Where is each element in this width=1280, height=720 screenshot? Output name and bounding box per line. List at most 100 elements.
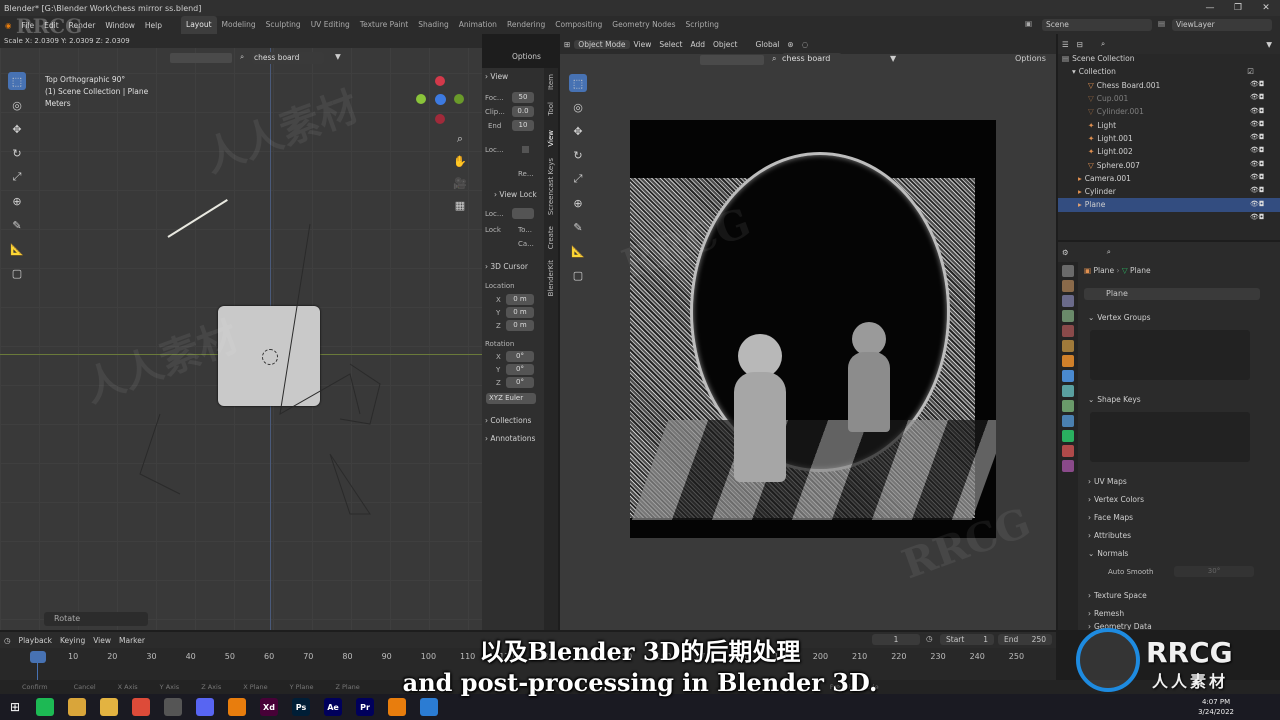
tab-sculpting[interactable]: Sculpting — [261, 16, 306, 34]
right-3d-viewport[interactable]: ⊞ Object Mode View Select Add Object Glo… — [560, 34, 1056, 630]
editor-type-icon[interactable]: ⊞ — [560, 40, 574, 49]
photoshop-app-icon[interactable]: Ps — [292, 698, 310, 716]
outliner-item-camera[interactable]: ▸ Camera.001 — [1058, 172, 1280, 185]
display-mode-icon[interactable]: ⊟ — [1073, 40, 1087, 49]
view-layer-selector[interactable]: ViewLayer — [1172, 19, 1272, 31]
obs-app-icon[interactable] — [164, 698, 182, 716]
gizmo-x-icon[interactable] — [416, 94, 426, 104]
viewport-shading-buttons-right[interactable] — [700, 55, 764, 65]
properties-search-icon[interactable]: ⌕ — [1103, 247, 1115, 257]
output-tab-icon[interactable] — [1062, 295, 1074, 307]
tab-item[interactable]: Item — [547, 74, 555, 90]
material-tab-icon[interactable] — [1062, 445, 1074, 457]
3d-cursor-section-header[interactable]: › 3D Cursor — [485, 262, 528, 271]
menu-help[interactable]: Help — [140, 21, 167, 30]
properties-editor-icon[interactable]: ⚙ — [1058, 248, 1073, 257]
normals-section[interactable]: ⌄ Normals — [1088, 544, 1128, 562]
tab-uv-editing[interactable]: UV Editing — [306, 16, 355, 34]
collections-section-header[interactable]: › Collections — [485, 416, 531, 425]
taskbar-clock[interactable]: 4:07 PM 3/24/2022 — [1198, 697, 1234, 717]
transform-tool-icon-right[interactable]: ⊕ — [569, 194, 587, 212]
render-tab-icon[interactable] — [1062, 280, 1074, 292]
add-cube-tool-icon-right[interactable]: ▢ — [569, 266, 587, 284]
shape-keys-list[interactable] — [1090, 412, 1250, 462]
texture-space-section[interactable]: › Texture Space — [1088, 586, 1147, 604]
outliner-item-cylinder[interactable]: ▸ Cylinder — [1058, 185, 1280, 198]
tab-rendering[interactable]: Rendering — [502, 16, 550, 34]
auto-smooth-angle-field[interactable]: 30° — [1174, 566, 1254, 577]
filter-icon[interactable]: ▼ — [335, 52, 341, 61]
last-operator-panel[interactable]: Rotate — [44, 612, 148, 626]
tab-modeling[interactable]: Modeling — [217, 16, 261, 34]
scene-selector[interactable]: Scene — [1042, 19, 1152, 31]
view-lock-section-header[interactable]: › View Lock — [494, 190, 537, 199]
menu-add[interactable]: Add — [687, 40, 710, 49]
tab-layout[interactable]: Layout — [181, 16, 217, 34]
menu-window[interactable]: Window — [100, 21, 140, 30]
scale-tool-icon[interactable]: ⤢ — [8, 168, 26, 186]
cursor-rot-z-field[interactable]: 0° — [506, 377, 534, 388]
menu-select[interactable]: Select — [655, 40, 686, 49]
object-tab-icon[interactable] — [1062, 355, 1074, 367]
lock-object-field[interactable] — [512, 208, 534, 219]
scene-icon[interactable]: ▣ — [1025, 19, 1032, 28]
options-dropdown-right[interactable]: Options — [1015, 54, 1046, 63]
outliner-item-light-001[interactable]: ✦ Light.001 — [1058, 132, 1280, 145]
blender-app-icon[interactable] — [228, 698, 246, 716]
windows-start-icon[interactable]: ⊞ — [0, 700, 30, 714]
tab-view[interactable]: View — [547, 130, 555, 147]
outliner-item-light-002[interactable]: ✦ Light.002 — [1058, 145, 1280, 158]
select-box-tool-icon-right[interactable]: ⬚ — [569, 74, 587, 92]
menu-object[interactable]: Object — [709, 40, 741, 49]
lock-camera-label[interactable]: Ca... — [518, 240, 534, 248]
cursor-rot-y-field[interactable]: 0° — [506, 364, 534, 375]
clip-end-field[interactable]: 10 — [512, 120, 534, 131]
cursor-tool-icon-right[interactable]: ◎ — [569, 98, 587, 116]
transform-tool-icon[interactable]: ⊕ — [8, 192, 26, 210]
annotations-section-header[interactable]: › Annotations — [485, 434, 535, 443]
blender2-app-icon[interactable] — [388, 698, 406, 716]
blender-logo-icon[interactable]: ◉ — [0, 21, 17, 30]
outliner-item-chess-board[interactable]: ▽ Chess Board.001 — [1058, 79, 1280, 92]
grid-ortho-icon[interactable]: ▦ — [451, 196, 469, 214]
scene-tab-icon[interactable] — [1062, 325, 1074, 337]
outliner-item-cylinder-001[interactable]: ▽ Cylinder.001 — [1058, 105, 1280, 118]
tab-scripting[interactable]: Scripting — [681, 16, 724, 34]
tab-texture-paint[interactable]: Texture Paint — [355, 16, 413, 34]
tab-create[interactable]: Create — [547, 226, 555, 249]
options-dropdown[interactable]: Options — [512, 52, 541, 61]
cursor-rot-x-field[interactable]: 0° — [506, 351, 534, 362]
mesh-name-field[interactable]: Plane — [1084, 288, 1260, 300]
tab-screencast-keys[interactable]: Screencast Keys — [547, 158, 555, 215]
menu-view[interactable]: View — [630, 40, 656, 49]
outliner-item-sphere[interactable]: ▽ Sphere.007 — [1058, 158, 1280, 171]
tab-animation[interactable]: Animation — [454, 16, 502, 34]
rotate-tool-icon[interactable]: ↻ — [8, 144, 26, 162]
camera-view-icon[interactable]: 🎥 — [451, 174, 469, 192]
xd-app-icon[interactable]: Xd — [260, 698, 278, 716]
focal-length-field[interactable]: 50 — [512, 92, 534, 103]
vertex-colors-section[interactable]: › Vertex Colors — [1088, 490, 1144, 508]
outliner-root[interactable]: ▤ Scene Collection — [1058, 52, 1280, 65]
tool-tab-icon[interactable] — [1062, 265, 1074, 277]
tab-geometry-nodes[interactable]: Geometry Nodes — [607, 16, 680, 34]
chrome-app-icon[interactable] — [132, 698, 150, 716]
vertex-groups-section[interactable]: ⌄ Vertex Groups — [1088, 308, 1151, 326]
visibility-toggles[interactable]: 👁◘ 👁◘ 👁◘ 👁◘ 👁◘ 👁◘ 👁◘ 👁◘ 👁◘ 👁◘ 👁◘ — [1250, 78, 1274, 224]
rotation-mode-dropdown[interactable]: XYZ Euler — [486, 393, 536, 404]
close-button[interactable]: ✕ — [1252, 0, 1280, 16]
tab-blenderkit[interactable]: BlenderKit — [547, 260, 555, 296]
remesh-section[interactable]: › Remesh — [1088, 604, 1124, 622]
vertex-groups-list[interactable] — [1090, 330, 1250, 380]
move-tool-icon[interactable]: ✥ — [8, 120, 26, 138]
tab-shading[interactable]: Shading — [413, 16, 453, 34]
discord-app-icon[interactable] — [196, 698, 214, 716]
left-3d-viewport[interactable] — [0, 34, 482, 630]
mesh-data-tab-icon[interactable] — [1062, 430, 1074, 442]
search-input[interactable]: chess board — [252, 52, 324, 64]
measure-tool-icon-right[interactable]: 📐 — [569, 242, 587, 260]
gizmo-neg-x-icon[interactable] — [454, 94, 464, 104]
viewport-shading-buttons[interactable] — [170, 53, 232, 63]
gizmo-neg-z-icon[interactable] — [435, 114, 445, 124]
cursor-tool-icon[interactable]: ◎ — [8, 96, 26, 114]
